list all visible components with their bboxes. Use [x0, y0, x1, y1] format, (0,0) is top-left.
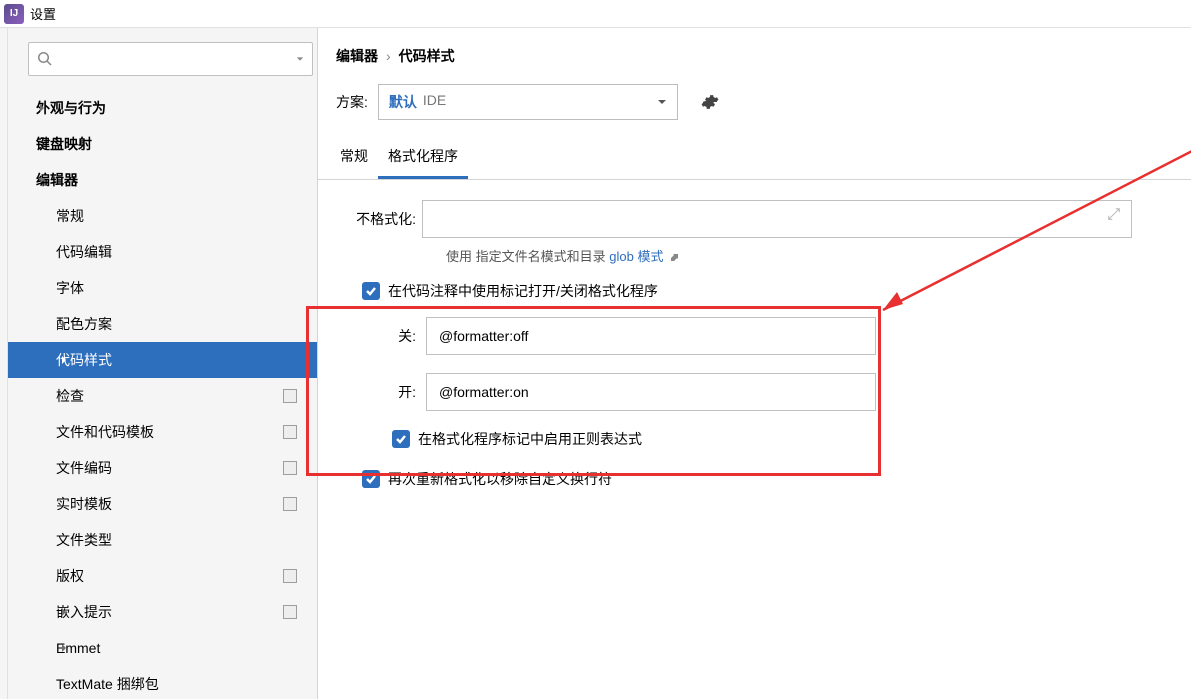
- app-icon: IJ: [4, 4, 24, 24]
- sidebar-item-label: 文件和代码模板: [56, 422, 154, 442]
- content-area: 不格式化: 使用 指定文件名模式和目录 glob 模式 在代码注释中使用标记打开…: [318, 180, 1191, 525]
- chevron-right-icon: [36, 102, 48, 114]
- project-badge-icon: [283, 461, 297, 475]
- sidebar-item-3[interactable]: 常规: [8, 198, 317, 234]
- sidebar-item-10[interactable]: 文件编码: [8, 450, 317, 486]
- check-reformat-row[interactable]: 再次重新格式化以移除自定义换行符: [336, 469, 1173, 489]
- breadcrumb-code-style: 代码样式: [399, 46, 455, 66]
- sidebar-item-15[interactable]: Emmet: [8, 630, 317, 666]
- check-regex-row[interactable]: 在格式化程序标记中启用正则表达式: [336, 429, 1173, 449]
- breadcrumb-sep: ›: [386, 48, 391, 64]
- project-badge-icon: [283, 389, 297, 403]
- checkbox-checked-icon: [362, 282, 380, 300]
- scheme-label: 方案:: [336, 92, 368, 112]
- sidebar-item-0[interactable]: 外观与行为: [8, 90, 317, 126]
- chevron-right-icon: [58, 606, 70, 618]
- checkbox-checked-icon: [362, 470, 380, 488]
- search-icon: [37, 51, 53, 67]
- sidebar-item-label: 字体: [56, 278, 84, 298]
- sidebar-item-5[interactable]: 字体: [8, 270, 317, 306]
- hint-prefix: 使用 指定文件名模式和目录: [446, 249, 606, 264]
- window-title: 设置: [30, 4, 56, 23]
- sidebar-item-14[interactable]: 嵌入提示: [8, 594, 317, 630]
- chevron-down-icon: [657, 95, 667, 110]
- sidebar-item-label: 键盘映射: [36, 134, 92, 154]
- project-badge-icon: [283, 497, 297, 511]
- sidebar-item-8[interactable]: 检查: [8, 378, 317, 414]
- no-format-input[interactable]: [422, 200, 1132, 238]
- scheme-select[interactable]: 默认 IDE: [378, 84, 678, 120]
- search-input[interactable]: [57, 52, 296, 67]
- checkbox-checked-icon: [392, 430, 410, 448]
- on-label: 开:: [376, 382, 416, 402]
- sidebar-item-4[interactable]: 代码编辑: [8, 234, 317, 270]
- settings-tree: 外观与行为键盘映射编辑器常规代码编辑字体配色方案代码样式检查文件和代码模板文件编…: [8, 84, 317, 699]
- external-link-icon: [667, 249, 679, 264]
- main-panel: 编辑器 › 代码样式 方案: 默认 IDE 常规 格式化程序 不格式化:: [318, 28, 1191, 699]
- scheme-default: 默认: [389, 92, 417, 112]
- scheme-ide: IDE: [423, 92, 446, 112]
- sidebar-item-7[interactable]: 代码样式: [8, 342, 317, 378]
- sidebar-item-label: 文件类型: [56, 530, 112, 550]
- sidebar-item-2[interactable]: 编辑器: [8, 162, 317, 198]
- titlebar: IJ 设置: [0, 0, 1191, 28]
- sidebar-item-label: 代码编辑: [56, 242, 112, 262]
- breadcrumb-editor: 编辑器: [336, 46, 378, 66]
- sidebar-item-label: 检查: [56, 386, 84, 406]
- sidebar-item-16[interactable]: TextMate 捆绑包: [8, 666, 317, 699]
- sidebar-item-13[interactable]: 版权: [8, 558, 317, 594]
- chevron-right-icon: [58, 642, 70, 654]
- tab-formatter[interactable]: 格式化程序: [378, 138, 468, 179]
- project-badge-icon: [283, 605, 297, 619]
- search-input-wrap[interactable]: [28, 42, 313, 76]
- gear-icon[interactable]: [698, 90, 722, 114]
- sidebar-item-label: TextMate 捆绑包: [56, 674, 159, 694]
- check-reformat-label: 再次重新格式化以移除自定义换行符: [388, 469, 612, 489]
- chevron-right-icon: [58, 210, 70, 222]
- project-badge-icon: [283, 425, 297, 439]
- sidebar-item-11[interactable]: 实时模板: [8, 486, 317, 522]
- sidebar-item-1[interactable]: 键盘映射: [8, 126, 317, 162]
- chevron-down-icon: [296, 55, 304, 63]
- sidebar-item-9[interactable]: 文件和代码模板: [8, 414, 317, 450]
- no-format-label: 不格式化:: [336, 209, 422, 229]
- off-label: 关:: [376, 326, 416, 346]
- chevron-right-icon: [58, 570, 70, 582]
- breadcrumb: 编辑器 › 代码样式: [318, 28, 1191, 84]
- off-input[interactable]: [426, 317, 876, 355]
- tab-general[interactable]: 常规: [330, 138, 378, 179]
- sidebar-item-12[interactable]: 文件类型: [8, 522, 317, 558]
- glob-link[interactable]: glob 模式: [609, 249, 663, 264]
- sidebar-item-label: 文件编码: [56, 458, 112, 478]
- hint-row: 使用 指定文件名模式和目录 glob 模式: [336, 246, 1173, 265]
- chevron-right-icon: [58, 318, 70, 330]
- left-gutter[interactable]: [0, 28, 8, 699]
- chevron-right-icon: [58, 354, 70, 366]
- on-input[interactable]: [426, 373, 876, 411]
- sidebar: 外观与行为键盘映射编辑器常规代码编辑字体配色方案代码样式检查文件和代码模板文件编…: [8, 28, 318, 699]
- tabs: 常规 格式化程序: [318, 138, 1191, 180]
- chevron-down-icon: [36, 174, 48, 186]
- project-badge-icon: [283, 569, 297, 583]
- sidebar-item-label: 实时模板: [56, 494, 112, 514]
- sidebar-item-6[interactable]: 配色方案: [8, 306, 317, 342]
- check-use-markers-label: 在代码注释中使用标记打开/关闭格式化程序: [388, 281, 658, 301]
- expand-icon[interactable]: [1107, 207, 1125, 225]
- check-use-markers-row[interactable]: 在代码注释中使用标记打开/关闭格式化程序: [336, 281, 1173, 301]
- check-regex-label: 在格式化程序标记中启用正则表达式: [418, 429, 642, 449]
